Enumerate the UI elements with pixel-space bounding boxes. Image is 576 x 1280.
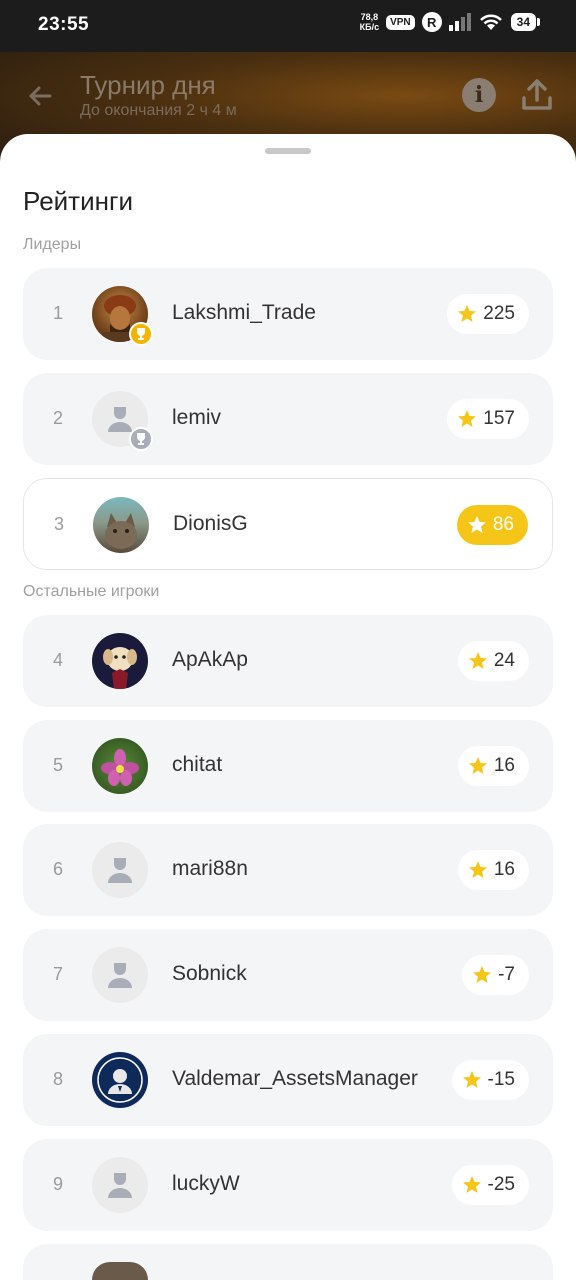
- cat-avatar: [105, 513, 137, 549]
- score-value: 16: [493, 859, 515, 880]
- status-bar: 23:55 78,8 КБ/с VPN R 34: [0, 0, 576, 52]
- username: lemiv: [172, 406, 222, 429]
- status-icons: 78,8 КБ/с VPN R 34: [360, 12, 540, 32]
- score-pill-highlighted: 86: [456, 505, 528, 545]
- username: Valdemar_AssetsManager: [172, 1067, 418, 1090]
- score-value: -15: [487, 1069, 515, 1090]
- score-value: 225: [483, 303, 515, 324]
- username: ApAkAp: [172, 648, 248, 671]
- info-icon[interactable]: i: [462, 78, 496, 112]
- star-icon: [468, 861, 487, 878]
- score-pill: -7: [462, 955, 529, 995]
- silver-trophy-icon: [129, 427, 153, 451]
- leader-row[interactable]: 1 Lakshmi_Trade 225: [23, 268, 553, 360]
- username: mari88n: [172, 857, 248, 880]
- page-title: Турнир дня: [80, 70, 216, 100]
- star-icon: [467, 516, 486, 533]
- score-pill: 24: [457, 641, 529, 681]
- rank: 5: [53, 755, 64, 775]
- score-pill: -25: [451, 1165, 529, 1205]
- avatar: [92, 947, 148, 1003]
- player-row[interactable]: 9 luckyW -25: [23, 1139, 553, 1231]
- username: DionisG: [173, 512, 248, 535]
- rank: 1: [53, 303, 64, 323]
- avatar: [92, 738, 148, 794]
- avatar: [92, 842, 148, 898]
- battery-icon: 34: [510, 13, 540, 31]
- score-pill: 16: [457, 746, 529, 786]
- rank: 9: [53, 1174, 64, 1194]
- player-row[interactable]: 6 mari88n 16: [23, 824, 553, 916]
- rank: 8: [53, 1069, 64, 1089]
- star-icon: [458, 410, 477, 427]
- flower-avatar: [101, 749, 139, 786]
- player-row[interactable]: 8 Valdemar_AssetsManager -15: [23, 1034, 553, 1126]
- default-user-icon: [108, 1173, 132, 1198]
- player-row[interactable]: 4 ApAkAp 24: [23, 615, 553, 707]
- score-pill: 225: [447, 294, 529, 334]
- avatar: [92, 1262, 148, 1280]
- player-row[interactable]: 7 Sobnick -7: [23, 929, 553, 1021]
- score-value: 86: [492, 514, 514, 535]
- other-players-label: Остальные игроки: [23, 583, 160, 600]
- username: Lakshmi_Trade: [172, 301, 316, 324]
- share-icon[interactable]: [518, 76, 556, 114]
- score-value: 24: [493, 650, 515, 671]
- status-time: 23:55: [38, 14, 90, 35]
- avatar: [92, 1052, 148, 1108]
- username: Sobnick: [172, 962, 247, 985]
- star-icon: [458, 305, 477, 322]
- signal-icon: [448, 13, 471, 31]
- leader-row-current-user[interactable]: 3 DionisG 86: [23, 478, 553, 570]
- leader-row[interactable]: 2 lemiv 157: [23, 373, 553, 465]
- star-icon: [468, 652, 487, 669]
- score-value: 157: [483, 408, 515, 429]
- r-app-icon: R: [421, 12, 442, 32]
- default-user-icon: [108, 963, 132, 988]
- time-remaining: До окончания 2 ч 4 м: [80, 102, 237, 119]
- username: chitat: [172, 753, 223, 776]
- wifi-icon: [479, 14, 502, 30]
- username: luckyW: [172, 1172, 240, 1195]
- default-user-icon: [108, 858, 132, 883]
- leaders-label: Лидеры: [23, 236, 82, 253]
- gold-trophy-icon: [129, 322, 153, 346]
- rank: 3: [54, 514, 65, 534]
- dog-avatar: [103, 647, 137, 689]
- drag-handle[interactable]: [265, 148, 311, 154]
- default-user-icon: [108, 407, 132, 432]
- back-arrow-icon[interactable]: [22, 78, 58, 114]
- star-icon: [468, 757, 487, 774]
- player-row-partial[interactable]: [23, 1244, 553, 1280]
- avatar: [92, 1157, 148, 1213]
- ratings-sheet: Рейтинги Лидеры 1 Lakshmi_Trade 225 2 le…: [0, 134, 576, 1280]
- rank: 2: [53, 408, 64, 428]
- vpn-icon: VPN: [386, 14, 415, 30]
- star-icon: [462, 1071, 481, 1088]
- score-value: -25: [487, 1174, 515, 1195]
- star-icon: [462, 1176, 481, 1193]
- assets-logo-avatar: [97, 1057, 143, 1103]
- network-speed: 78,8 КБ/с: [359, 12, 380, 32]
- star-icon: [473, 966, 492, 983]
- score-pill: 16: [457, 850, 529, 890]
- rank: 4: [53, 650, 64, 670]
- rank: 7: [53, 964, 64, 984]
- ratings-title: Рейтинги: [23, 186, 133, 216]
- score-value: 16: [493, 755, 515, 776]
- score-pill: -15: [451, 1060, 529, 1100]
- player-row[interactable]: 5 chitat 16: [23, 720, 553, 812]
- avatar: [93, 497, 149, 553]
- rank: 6: [53, 859, 64, 879]
- score-pill: 157: [447, 399, 529, 439]
- score-value: -7: [498, 964, 515, 985]
- avatar: [92, 633, 148, 689]
